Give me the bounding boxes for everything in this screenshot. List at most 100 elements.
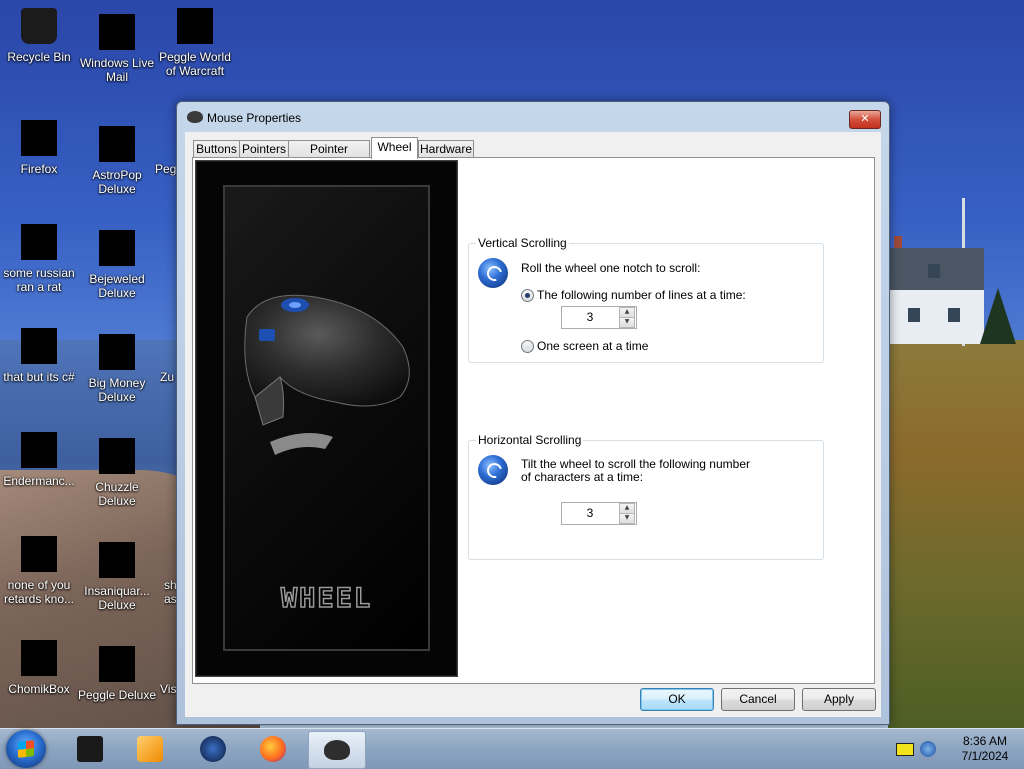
horizontal-scrolling-group: Horizontal Scrolling Tilt the wheel to s… (468, 433, 824, 560)
app-icon (77, 736, 103, 762)
desktop-icon-peggle-wow[interactable]: Peggle World of Warcraft (155, 8, 235, 78)
shortcut-icon (21, 328, 57, 364)
wheel-logo-text: WHEEL (280, 582, 373, 615)
mouse-illustration (244, 294, 410, 455)
desktop-icon-none-of-you[interactable]: none of you retards kno... (0, 536, 79, 606)
chomikbox-icon (21, 640, 57, 676)
battery-icon[interactable] (896, 743, 914, 756)
desktop-icon-recycle-bin[interactable]: Recycle Bin (0, 8, 79, 64)
desktop-icon-label: Peggle Deluxe (77, 688, 157, 702)
game-icon (99, 646, 135, 682)
wallpaper-cottage (888, 236, 984, 344)
title-bar[interactable]: Mouse Properties ✕ (177, 102, 889, 132)
desktop-icon-label: ChomikBox (8, 682, 70, 696)
horizontal-description-line1: Tilt the wheel to scroll the following n… (521, 457, 750, 471)
wallpaper-tree (980, 288, 1016, 344)
taskbar-item-media-player[interactable] (122, 731, 178, 767)
system-tray: 8:36 AM 7/1/2024 (884, 729, 1024, 769)
taskbar-item-mouse-properties[interactable] (308, 731, 366, 769)
spin-down-icon[interactable]: ▼ (619, 513, 635, 524)
ok-button[interactable]: OK (640, 688, 714, 711)
desktop-icon-astropop[interactable]: AstroPop Deluxe (77, 126, 157, 196)
desktop-icon-label: AstroPop Deluxe (92, 168, 142, 196)
taskbar-item-mouse-software[interactable] (185, 731, 241, 767)
desktop-icon-bejeweled[interactable]: Bejeweled Deluxe (77, 230, 157, 300)
desktop-icon-chomikbox[interactable]: ChomikBox (0, 640, 79, 696)
desktop-icon-label: some russian ran a rat (3, 266, 75, 294)
dialog-client: Buttons Pointers Pointer Options Wheel H… (185, 132, 881, 717)
window-title: Mouse Properties (207, 111, 302, 125)
taskbar: 8:36 AM 7/1/2024 (0, 728, 1024, 769)
clock[interactable]: 8:36 AM 7/1/2024 (954, 734, 1016, 764)
game-icon (177, 8, 213, 44)
firefox-icon (21, 120, 57, 156)
windows-logo-icon (18, 740, 34, 758)
promo-frame: WHEEL (223, 185, 430, 651)
lines-radio-label[interactable]: The following number of lines at a time: (537, 288, 746, 302)
chars-spinner[interactable]: ▲ ▼ (561, 502, 637, 525)
apply-button[interactable]: Apply (802, 688, 876, 711)
app-icon (21, 432, 57, 468)
scroll-wheel-icon (478, 455, 508, 485)
desktop-icon-big-money[interactable]: Big Money Deluxe (77, 334, 157, 404)
desktop-icon-label: Windows Live Mail (79, 56, 155, 84)
clock-time: 8:36 AM (962, 734, 1008, 748)
vertical-description: Roll the wheel one notch to scroll: (521, 261, 701, 275)
tab-pointers[interactable]: Pointers (239, 140, 289, 158)
desktop-icon-chuzzle[interactable]: Chuzzle Deluxe (77, 438, 157, 508)
desktop-icon-label: Peggle World of Warcraft (159, 50, 231, 78)
tab-hardware[interactable]: Hardware (418, 140, 474, 158)
tab-buttons[interactable]: Buttons (193, 140, 240, 158)
close-button[interactable]: ✕ (849, 110, 881, 129)
game-icon (99, 126, 135, 162)
one-screen-radio[interactable] (521, 340, 534, 353)
mouse-software-icon (200, 736, 226, 762)
desktop-icon-firefox[interactable]: Firefox (0, 120, 79, 176)
app-icon (21, 536, 57, 572)
desktop-icon-some-russian[interactable]: some russian ran a rat (0, 224, 79, 294)
desktop-icon-label: Insaniquar... Deluxe (84, 584, 150, 612)
tab-pointer-options[interactable]: Pointer Options (288, 140, 370, 173)
wallpaper-field (888, 340, 1024, 728)
horizontal-scrolling-label: Horizontal Scrolling (476, 433, 584, 447)
desktop-icon-label: Firefox (20, 162, 58, 176)
desktop-icon-label: Endermanc... (3, 474, 75, 488)
desktop-icon-peggle-deluxe[interactable]: Peggle Deluxe (77, 646, 157, 702)
clock-date: 7/1/2024 (961, 749, 1009, 763)
desktop-icon-label: that but its c# (3, 370, 75, 384)
game-icon (99, 230, 135, 266)
vertical-scrolling-group: Vertical Scrolling Roll the wheel one no… (468, 236, 824, 363)
game-icon (99, 438, 135, 474)
desktop-icon-endermanc[interactable]: Endermanc... (0, 432, 79, 488)
mail-icon (99, 14, 135, 50)
desktop-icon-insaniquarium[interactable]: Insaniquar... Deluxe (77, 542, 157, 612)
desktop-icon-windows-live-mail[interactable]: Windows Live Mail (77, 14, 157, 84)
one-screen-radio-label[interactable]: One screen at a time (537, 339, 648, 353)
vertical-scrolling-label: Vertical Scrolling (476, 236, 569, 250)
desktop-icon-label: Bejeweled Deluxe (89, 272, 145, 300)
spin-down-icon[interactable]: ▼ (619, 317, 635, 328)
desktop-icon-label: none of you retards kno... (3, 578, 75, 606)
game-icon (99, 542, 135, 578)
lines-input[interactable] (564, 309, 616, 324)
horizontal-description-line2: of characters at a time: (521, 470, 644, 484)
wheel-promo-image: WHEEL (195, 160, 458, 677)
taskbar-item-app[interactable] (62, 731, 118, 767)
start-button[interactable] (6, 730, 46, 768)
recycle-bin-icon (21, 8, 57, 44)
game-icon (99, 334, 135, 370)
firefox-icon (260, 736, 286, 762)
mouse-icon (324, 740, 350, 760)
tab-wheel[interactable]: Wheel (371, 137, 418, 159)
cancel-button[interactable]: Cancel (721, 688, 795, 711)
wheel-tab-panel: WHEEL Vertical Scrolling Roll the wheel … (192, 157, 875, 684)
lines-radio[interactable] (521, 289, 534, 302)
taskbar-item-firefox[interactable] (245, 731, 301, 767)
chars-input[interactable] (564, 505, 616, 520)
desktop-icon-label: Big Money Deluxe (88, 376, 146, 404)
desktop-icon-label: Recycle Bin (7, 50, 71, 64)
network-icon[interactable] (920, 741, 936, 757)
desktop-icon-that-but-its-c[interactable]: that but its c# (0, 328, 79, 384)
document-icon (21, 224, 57, 260)
lines-spinner[interactable]: ▲ ▼ (561, 306, 637, 329)
